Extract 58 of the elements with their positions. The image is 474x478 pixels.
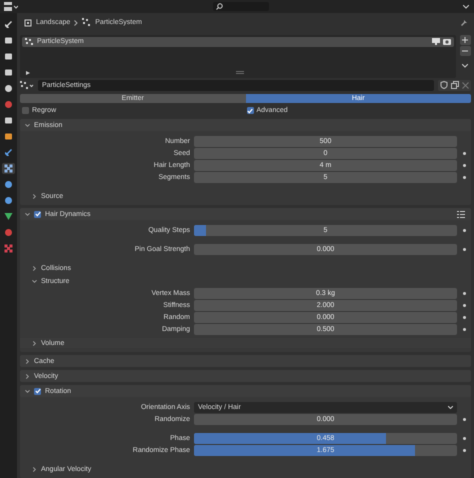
dot-icon[interactable] xyxy=(462,292,466,296)
close-icon[interactable] xyxy=(462,82,469,89)
dot-icon[interactable] xyxy=(462,316,466,320)
chevron-icon[interactable] xyxy=(25,122,30,128)
plus-icon xyxy=(462,36,468,43)
particles-icon[interactable] xyxy=(20,80,34,90)
sphere-icon[interactable] xyxy=(2,227,15,238)
dot-icon[interactable] xyxy=(462,449,466,452)
chevron-icon[interactable] xyxy=(25,212,30,217)
add-button[interactable] xyxy=(460,34,470,45)
chevron-icon[interactable] xyxy=(25,388,30,394)
copy-icon[interactable] xyxy=(451,81,459,90)
dot-icon[interactable] xyxy=(462,176,466,180)
particles-icon[interactable] xyxy=(2,163,15,174)
square-icon xyxy=(24,18,32,27)
checker-icon[interactable] xyxy=(2,243,15,254)
particles-icon xyxy=(82,18,92,28)
chevron-icon[interactable] xyxy=(32,340,37,346)
tool-icon[interactable] xyxy=(2,19,15,30)
dot-icon[interactable] xyxy=(462,328,466,332)
list-menu-icon[interactable] xyxy=(457,210,465,218)
dot-icon[interactable] xyxy=(462,164,466,168)
dot-icon[interactable] xyxy=(462,152,466,156)
chevron-icon[interactable] xyxy=(32,278,37,284)
triangle-icon[interactable] xyxy=(2,211,15,222)
shield-icon[interactable] xyxy=(440,81,448,90)
dot-icon[interactable] xyxy=(462,229,466,232)
checkbox[interactable] xyxy=(246,107,254,114)
editor-type-icon[interactable] xyxy=(4,2,18,11)
chevron-icon[interactable] xyxy=(25,374,30,379)
remove-button[interactable] xyxy=(460,46,470,56)
pin-icon[interactable] xyxy=(459,18,467,27)
caret-icon[interactable] xyxy=(463,4,469,8)
monitor-icon[interactable] xyxy=(432,38,440,46)
dot-icon[interactable] xyxy=(462,304,466,308)
wrench-icon[interactable] xyxy=(2,147,15,158)
chevron-icon[interactable] xyxy=(25,358,30,364)
particles-icon xyxy=(25,38,34,46)
checkbox[interactable] xyxy=(22,107,29,114)
chevron-icon[interactable] xyxy=(32,194,37,199)
camera-icon[interactable] xyxy=(443,38,451,46)
square-icon[interactable] xyxy=(2,131,15,142)
dot-icon[interactable] xyxy=(462,418,466,422)
caret-icon xyxy=(448,406,453,410)
search-field[interactable] xyxy=(212,2,268,11)
checkbox[interactable] xyxy=(34,210,41,218)
dot-icon[interactable] xyxy=(462,248,466,252)
dot-icon[interactable] xyxy=(462,437,466,440)
box-icon[interactable] xyxy=(2,115,15,126)
search-icon xyxy=(216,3,222,10)
minus-icon xyxy=(462,48,468,54)
chevron-icon[interactable] xyxy=(32,266,37,271)
caret-icon[interactable] xyxy=(462,64,468,68)
chevron-icon[interactable] xyxy=(32,466,37,472)
resize-grip-icon[interactable] xyxy=(236,71,244,74)
checkbox[interactable] xyxy=(34,388,41,395)
triangle-icon[interactable] xyxy=(26,70,30,75)
chevron-icon xyxy=(74,20,78,26)
